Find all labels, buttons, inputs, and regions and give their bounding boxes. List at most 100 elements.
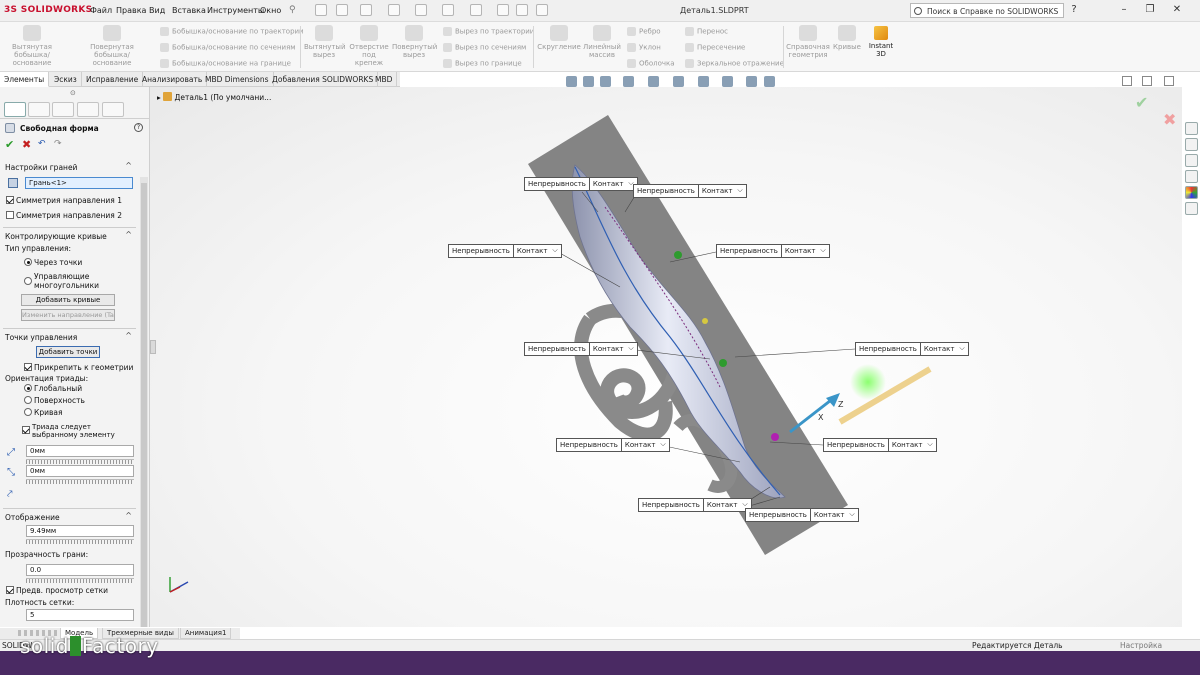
property-manager-tab-icon[interactable] bbox=[4, 102, 26, 117]
dynamic-annotation-icon[interactable] bbox=[648, 76, 659, 87]
add-points-button[interactable]: Добавить точки bbox=[36, 346, 100, 358]
cancel-x-icon[interactable]: ✖ bbox=[22, 138, 31, 151]
collapse-icon[interactable]: ^ bbox=[125, 331, 132, 340]
display-section-header[interactable]: Отображение bbox=[5, 513, 60, 522]
control-polygons-radio[interactable] bbox=[24, 277, 32, 285]
menu-view[interactable]: Вид bbox=[149, 6, 165, 15]
appearance-icon[interactable] bbox=[746, 76, 757, 87]
intersect-button[interactable]: Пересечение bbox=[685, 43, 745, 52]
mesh-preview-checkbox[interactable] bbox=[6, 586, 14, 594]
tab-repair[interactable]: Исправление bbox=[82, 72, 144, 87]
collapse-icon[interactable]: ^ bbox=[125, 230, 132, 239]
restore-icon[interactable]: ❐ bbox=[1143, 4, 1157, 16]
ok-check-icon[interactable]: ✔ bbox=[5, 138, 14, 151]
hole-wizard-button[interactable]: Отверстие под крепеж bbox=[347, 25, 391, 67]
global-radio[interactable] bbox=[24, 384, 32, 392]
chevron-down-icon[interactable]: ⌵ bbox=[658, 439, 668, 451]
continuity-callout[interactable]: Непрерывность Контакт ⌵ bbox=[556, 438, 670, 452]
control-point[interactable] bbox=[674, 251, 682, 259]
3d-model-view[interactable]: Z X bbox=[150, 87, 1182, 627]
panel-collapse-handle[interactable] bbox=[150, 340, 156, 354]
extruded-cut-button[interactable]: Вытянутый вырез bbox=[304, 25, 346, 59]
home-icon[interactable] bbox=[315, 4, 327, 16]
tab-evaluate[interactable]: Анализировать bbox=[138, 72, 208, 87]
control-point[interactable] bbox=[719, 359, 727, 367]
offset-2-slider[interactable] bbox=[26, 479, 134, 484]
scene-icon[interactable] bbox=[764, 76, 775, 87]
file-explorer-icon[interactable] bbox=[1185, 170, 1198, 183]
continuity-callout[interactable]: Непрерывность Контакт ⌵ bbox=[745, 508, 859, 522]
tile-view-icon[interactable] bbox=[1142, 76, 1152, 86]
resources-icon[interactable] bbox=[1185, 138, 1198, 151]
swept-cut-button[interactable]: Вырез по траектории bbox=[443, 27, 534, 36]
display-manager-tab-icon[interactable] bbox=[102, 102, 124, 117]
file-properties-icon[interactable] bbox=[516, 4, 528, 16]
fillet-button[interactable]: Скругление bbox=[537, 25, 581, 51]
section-view-icon[interactable] bbox=[623, 76, 634, 87]
help-icon[interactable]: ? bbox=[134, 123, 143, 132]
curve-radio[interactable] bbox=[24, 408, 32, 416]
undo-icon[interactable]: ↶ bbox=[38, 139, 46, 149]
continuity-callout[interactable]: Непрерывность Контакт ⌵ bbox=[633, 184, 747, 198]
chevron-down-icon[interactable]: ⌵ bbox=[957, 343, 967, 355]
triad-follow-checkbox[interactable] bbox=[22, 426, 30, 434]
menu-tools[interactable]: Инструменты bbox=[207, 6, 264, 15]
display-size-input[interactable]: 9.49мм bbox=[26, 525, 134, 537]
options-gear-icon[interactable] bbox=[536, 4, 548, 16]
continuity-callout[interactable]: Непрерывность Контакт ⌵ bbox=[823, 438, 937, 452]
draft-button[interactable]: Уклон bbox=[627, 43, 661, 52]
transparency-slider[interactable] bbox=[26, 578, 134, 583]
pm-scroll-thumb[interactable] bbox=[141, 183, 147, 627]
help-search-input[interactable]: Поиск в Справке по SOLIDWORKS bbox=[910, 3, 1064, 18]
pin-icon[interactable]: ⚲ bbox=[289, 5, 296, 15]
solidworks-logo[interactable]: 3S SOLIDWORKS bbox=[4, 5, 92, 15]
tab-mbd[interactable]: MBD bbox=[371, 72, 398, 87]
previous-view-icon[interactable] bbox=[600, 76, 611, 87]
user-icon[interactable]: ? bbox=[1067, 4, 1081, 16]
lofted-cut-button[interactable]: Вырез по сечениям bbox=[443, 43, 526, 52]
save-icon[interactable] bbox=[388, 4, 400, 16]
feature-tree-tab-icon[interactable] bbox=[28, 102, 50, 117]
instant3d-button[interactable]: Instant 3D bbox=[864, 26, 898, 58]
flip-direction-button[interactable]: Изменить направление (Tab) bbox=[21, 309, 115, 321]
boundary-boss-button[interactable]: Бобышка/основание на границе bbox=[160, 59, 291, 68]
swept-boss-button[interactable]: Бобышка/основание по траектории bbox=[160, 27, 304, 36]
extruded-boss-button[interactable]: Вытянутая бобышка/основание bbox=[6, 25, 58, 67]
collapse-icon[interactable]: ^ bbox=[125, 511, 132, 520]
view-orientation-icon[interactable] bbox=[673, 76, 684, 87]
revolved-cut-button[interactable]: Повернутый вырез bbox=[392, 25, 437, 59]
continuity-callout[interactable]: Непрерывность Контакт ⌵ bbox=[524, 342, 638, 356]
revolved-boss-button[interactable]: Повернутая бобышка/основание bbox=[82, 25, 142, 67]
tab-mbd-dimensions[interactable]: MBD Dimensions bbox=[201, 72, 274, 87]
snap-geometry-checkbox[interactable] bbox=[24, 363, 32, 371]
rib-button[interactable]: Ребро bbox=[627, 27, 661, 36]
menu-insert[interactable]: Вставка bbox=[172, 6, 206, 15]
tab-addins[interactable]: Добавления SOLIDWORKS bbox=[268, 72, 379, 87]
close-icon[interactable]: ✕ bbox=[1170, 4, 1184, 16]
shell-button[interactable]: Оболочка bbox=[627, 59, 675, 68]
maximize-view-icon[interactable] bbox=[1164, 76, 1174, 86]
offset-1-input[interactable]: 0мм bbox=[26, 445, 134, 457]
chevron-down-icon[interactable]: ⌵ bbox=[735, 185, 745, 197]
pm-drag-handle[interactable]: ⊙ bbox=[70, 89, 76, 97]
menu-window[interactable]: Окно bbox=[260, 6, 281, 15]
minimize-icon[interactable]: – bbox=[1117, 4, 1131, 16]
status-customize[interactable]: Настройка bbox=[1120, 641, 1162, 650]
display-style-icon[interactable] bbox=[698, 76, 709, 87]
rebuild-icon[interactable] bbox=[497, 4, 509, 16]
select-icon[interactable] bbox=[470, 4, 482, 16]
pm-scrollbar[interactable] bbox=[140, 177, 148, 627]
zoom-to-fit-icon[interactable] bbox=[566, 76, 577, 87]
chevron-down-icon[interactable]: ⌵ bbox=[818, 245, 828, 257]
add-curves-button[interactable]: Добавить кривые bbox=[21, 294, 115, 306]
tab-sketch[interactable]: Эскиз bbox=[50, 72, 82, 87]
control-point[interactable] bbox=[702, 318, 708, 324]
symmetry-dir1-checkbox[interactable] bbox=[6, 196, 14, 204]
wrap-button[interactable]: Перенос bbox=[685, 27, 728, 36]
continuity-callout[interactable]: Непрерывность Контакт ⌵ bbox=[855, 342, 969, 356]
mirror-button[interactable]: Зеркальное отражение bbox=[685, 59, 784, 68]
home-icon[interactable] bbox=[1185, 122, 1198, 135]
continuity-callout[interactable]: Непрерывность Контакт ⌵ bbox=[448, 244, 562, 258]
design-library-icon[interactable] bbox=[1185, 154, 1198, 167]
continuity-callout[interactable]: Непрерывность Контакт ⌵ bbox=[524, 177, 638, 191]
